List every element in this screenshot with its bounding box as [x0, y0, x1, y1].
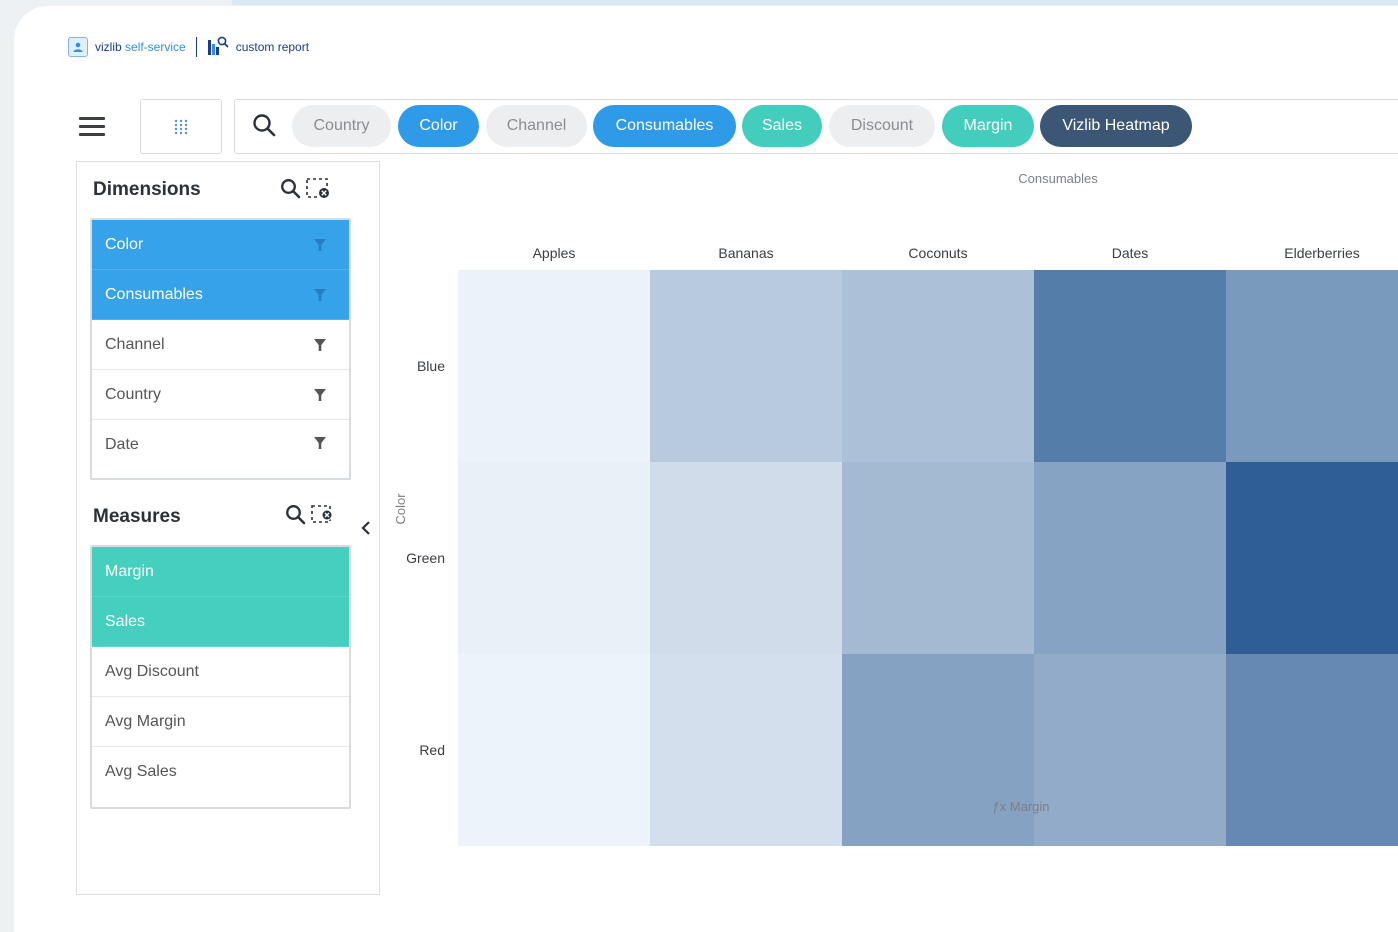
heatmap-cell-green-apples[interactable] [458, 462, 650, 654]
pill-margin[interactable]: Margin [942, 105, 1034, 147]
brand-divider [195, 37, 197, 57]
x-tick-label-bananas: Bananas [718, 245, 773, 261]
y-tick-label-red: Red [419, 742, 445, 758]
x-tick-label-coconuts: Coconuts [908, 245, 967, 261]
filter-icon[interactable] [313, 288, 327, 302]
measure-item-avg-sales[interactable]: Avg Sales [92, 747, 349, 807]
filter-icon[interactable] [313, 436, 327, 450]
x-tick-label-dates: Dates [1112, 245, 1149, 261]
heatmap-cell-red-apples[interactable] [458, 654, 650, 846]
y-tick-label-blue: Blue [417, 358, 445, 374]
dimension-item-date[interactable]: Date [92, 420, 349, 478]
heatmap-cell-blue-bananas[interactable] [650, 270, 842, 462]
x-tick-label-elderberries: Elderberries [1284, 245, 1359, 261]
grid-dots-icon [174, 119, 188, 134]
heatmap-cell-blue-coconuts[interactable] [842, 270, 1034, 462]
dimensions-list: Color Consumables Channel Country Date [90, 218, 351, 480]
filter-icon[interactable] [313, 388, 327, 402]
pill-color[interactable]: Color [398, 105, 479, 147]
filter-icon[interactable] [313, 338, 327, 352]
dimension-item-country[interactable]: Country [92, 370, 349, 420]
person-icon [68, 37, 88, 57]
heatmap-chart: Consumables Color Apples Bananas Coconuts D… [393, 171, 1398, 846]
clear-selection-icon[interactable] [310, 504, 336, 526]
measure-item-avg-discount[interactable]: Avg Discount [92, 647, 349, 697]
x-axis-title: Consumables [1018, 171, 1098, 186]
filter-icon[interactable] [313, 238, 327, 252]
y-axis-title: Color [393, 493, 408, 525]
app-name: vizlib self-service [95, 40, 186, 54]
measure-item-avg-margin[interactable]: Avg Margin [92, 697, 349, 747]
measures-title: Measures [93, 506, 181, 527]
dimension-item-channel[interactable]: Channel [92, 320, 349, 370]
measure-label: ƒx Margin [992, 799, 1049, 814]
hamburger-menu-icon[interactable] [72, 110, 112, 142]
top-accent-strip [232, 0, 1398, 5]
heatmap-cell-red-coconuts[interactable] [842, 654, 1034, 846]
search-icon[interactable] [285, 504, 307, 526]
heatmap-cell-blue-elderberries[interactable] [1226, 270, 1398, 462]
report-icon [207, 36, 229, 59]
heatmap-cell-green-coconuts[interactable] [842, 462, 1034, 654]
heatmap-cell-green-dates[interactable] [1034, 462, 1226, 654]
pill-vizlib-heatmap[interactable]: Vizlib Heatmap [1040, 105, 1192, 147]
dimension-item-color[interactable]: Color [92, 220, 349, 270]
heatmap-cell-blue-apples[interactable] [458, 270, 650, 462]
pill-sales[interactable]: Sales [742, 105, 822, 147]
pill-channel[interactable]: Channel [486, 105, 587, 147]
dimensions-title: Dimensions [93, 179, 201, 200]
heatmap-cell-blue-dates[interactable] [1034, 270, 1226, 462]
dimension-item-consumables[interactable]: Consumables [92, 270, 349, 320]
x-tick-label-apples: Apples [533, 245, 576, 261]
y-tick-label-green: Green [406, 550, 445, 566]
collapse-panel-chevron-icon[interactable] [358, 518, 374, 538]
search-icon[interactable] [280, 178, 302, 200]
measures-tools [285, 504, 336, 526]
pill-consumables[interactable]: Consumables [593, 105, 736, 147]
heatmap-cell-red-elderberries[interactable] [1226, 654, 1398, 846]
pill-country[interactable]: Country [292, 105, 391, 147]
heatmap-cell-red-bananas[interactable] [650, 654, 842, 846]
measure-item-margin[interactable]: Margin [92, 547, 349, 597]
clear-selection-icon[interactable] [305, 177, 333, 201]
grid-dots-button[interactable] [140, 99, 222, 154]
report-name: custom report [235, 40, 310, 54]
heatmap-cell-red-dates[interactable] [1034, 654, 1226, 846]
measures-list: Margin Sales Avg Discount Avg Margin Avg… [90, 545, 351, 809]
search-icon[interactable] [252, 112, 278, 140]
dimensions-tools [280, 177, 333, 201]
heatmap-cell-green-bananas[interactable] [650, 462, 842, 654]
measure-item-sales[interactable]: Sales [92, 597, 349, 647]
heatmap-cell-green-elderberries[interactable] [1226, 462, 1398, 654]
brand-bar: vizlib self-service custom report [68, 36, 309, 58]
svg-text:ƒx Margin: ƒx Margin [992, 799, 1049, 814]
pill-discount[interactable]: Discount [829, 105, 935, 147]
